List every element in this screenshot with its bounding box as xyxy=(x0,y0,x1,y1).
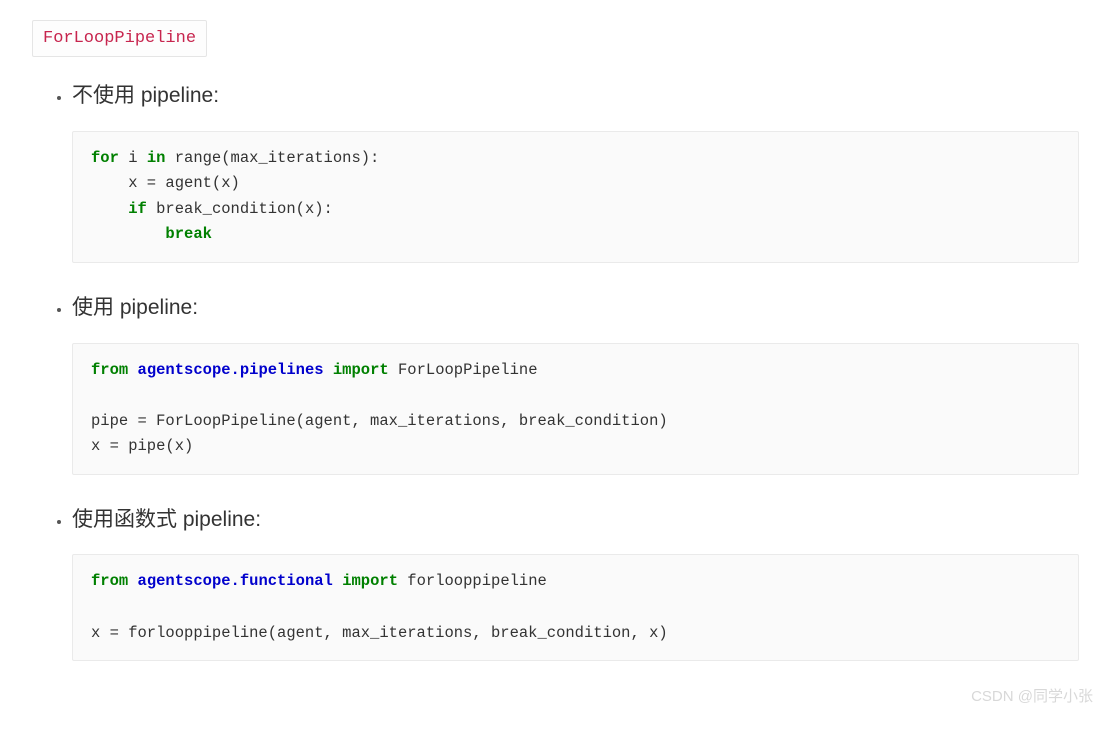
section-heading: 使用 pipeline: xyxy=(72,291,1079,325)
section-list: 不使用 pipeline: for i in range(max_iterati… xyxy=(32,79,1079,661)
section-heading: 不使用 pipeline: xyxy=(72,79,1079,113)
list-item: 使用函数式 pipeline: from agentscope.function… xyxy=(72,503,1079,661)
code-block[interactable]: from agentscope.pipelines import ForLoop… xyxy=(72,343,1079,475)
watermark-text: CSDN @同学小张 xyxy=(971,685,1093,709)
code-block[interactable]: for i in range(max_iterations): x = agen… xyxy=(72,131,1079,263)
list-item: 使用 pipeline: from agentscope.pipelines i… xyxy=(72,291,1079,475)
section-heading: 使用函数式 pipeline: xyxy=(72,503,1079,537)
list-item: 不使用 pipeline: for i in range(max_iterati… xyxy=(72,79,1079,263)
title-code-tag: ForLoopPipeline xyxy=(32,20,207,57)
code-block[interactable]: from agentscope.functional import forloo… xyxy=(72,554,1079,661)
